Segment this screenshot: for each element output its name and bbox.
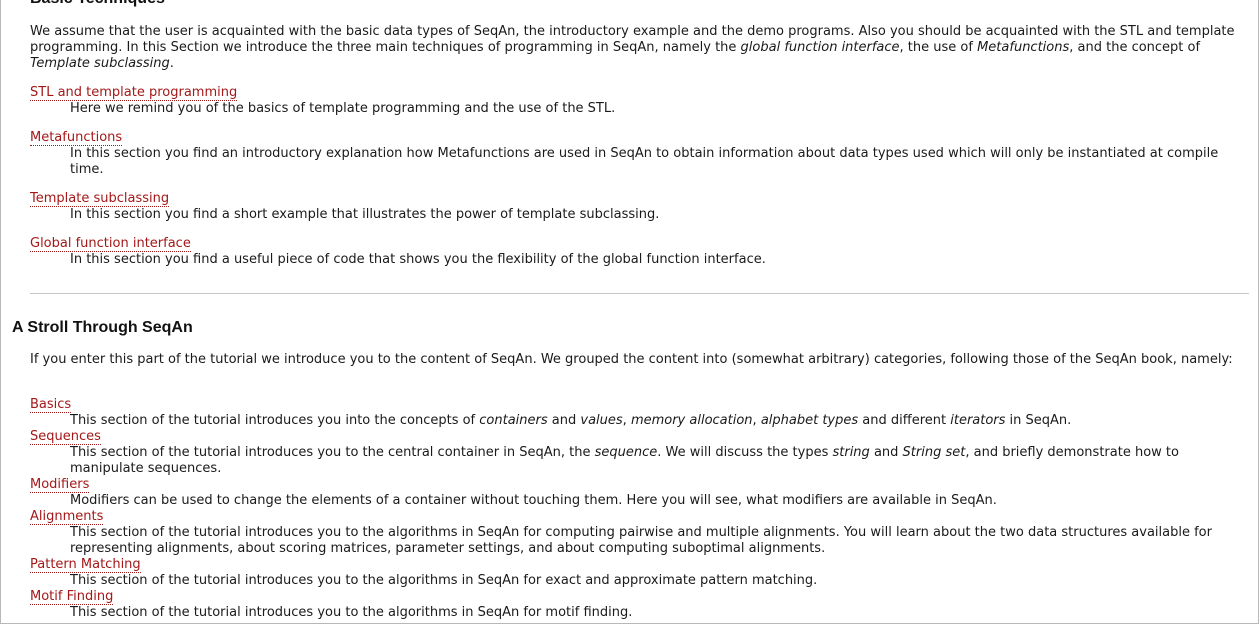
term-sequences: Sequences <box>30 429 101 445</box>
desc-sequences: This section of the tutorial introduces … <box>70 445 1179 476</box>
link-alignments[interactable]: Alignments <box>30 509 104 525</box>
term-basics: Basics <box>30 397 72 413</box>
desc-stl-template-programming: Here we remind you of the basics of temp… <box>70 101 616 116</box>
term-stl-template-programming: STL and template programming <box>30 85 238 101</box>
link-global-function-interface[interactable]: Global function interface <box>30 236 191 252</box>
section-divider <box>30 293 1249 294</box>
desc-template-subclassing: In this section you find a short example… <box>70 207 660 222</box>
desc-motif-finding: This section of the tutorial introduces … <box>70 605 633 620</box>
link-pattern-matching[interactable]: Pattern Matching <box>30 557 141 573</box>
desc-global-function-interface: In this section you find a useful piece … <box>70 252 766 267</box>
term-motif-finding: Motif Finding <box>30 589 114 605</box>
term-modifiers: Modifiers <box>30 477 90 493</box>
term-pattern-matching: Pattern Matching <box>30 557 141 573</box>
link-basics[interactable]: Basics <box>30 397 72 413</box>
desc-metafunctions: In this section you find an introductory… <box>70 146 1219 177</box>
desc-modifiers: Modifiers can be used to change the elem… <box>70 493 997 508</box>
section-heading-stroll: A Stroll Through SeqAn <box>12 319 193 336</box>
term-global-function-interface: Global function interface <box>30 236 191 252</box>
basic-techniques-intro: We assume that the user is acquainted wi… <box>30 24 1235 71</box>
link-sequences[interactable]: Sequences <box>30 429 101 445</box>
link-modifiers[interactable]: Modifiers <box>30 477 90 493</box>
link-motif-finding[interactable]: Motif Finding <box>30 589 114 605</box>
link-metafunctions[interactable]: Metafunctions <box>30 130 123 146</box>
term-alignments: Alignments <box>30 509 104 525</box>
document-page: Basic Techniques We assume that the user… <box>0 0 1259 624</box>
section-heading-basic-techniques: Basic Techniques <box>30 0 165 8</box>
stroll-intro: If you enter this part of the tutorial w… <box>30 352 1233 367</box>
desc-pattern-matching: This section of the tutorial introduces … <box>70 573 818 588</box>
desc-alignments: This section of the tutorial introduces … <box>70 525 1212 556</box>
link-stl-template-programming[interactable]: STL and template programming <box>30 85 238 101</box>
term-metafunctions: Metafunctions <box>30 130 123 146</box>
term-template-subclassing: Template subclassing <box>30 191 170 207</box>
desc-basics: This section of the tutorial introduces … <box>70 413 1072 428</box>
link-template-subclassing[interactable]: Template subclassing <box>30 191 170 207</box>
